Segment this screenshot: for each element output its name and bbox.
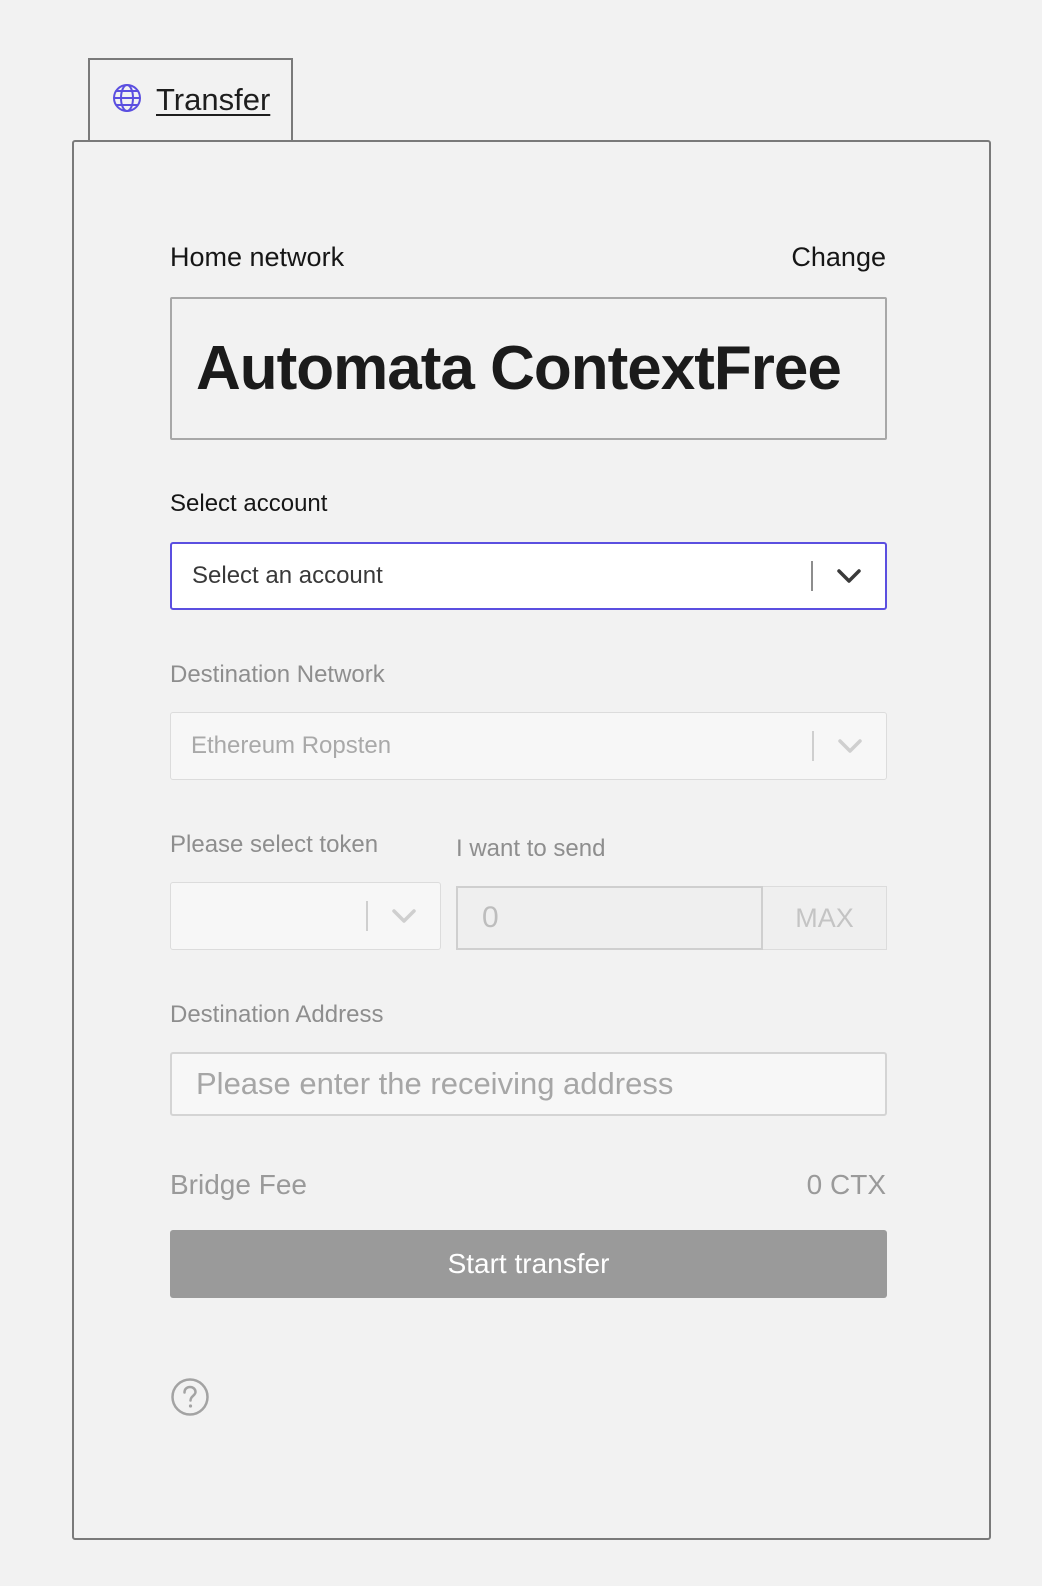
amount-field-group: MAX	[456, 886, 887, 950]
bridge-fee-value: 0 CTX	[806, 1169, 886, 1200]
chevron-down-icon[interactable]	[814, 738, 886, 754]
help-circle-icon[interactable]	[170, 1377, 210, 1417]
amount-input[interactable]	[456, 886, 763, 950]
start-transfer-button[interactable]: Start transfer	[170, 1230, 887, 1298]
chevron-down-icon[interactable]	[368, 908, 440, 924]
destination-network-select[interactable]: Ethereum Ropsten	[170, 712, 887, 780]
destination-network-label: Destination Network	[170, 661, 385, 688]
chevron-down-icon[interactable]	[813, 568, 885, 584]
change-network-button[interactable]: Change	[791, 242, 886, 273]
home-network-label: Home network	[170, 242, 345, 272]
transfer-card: Home network Change Automata ContextFree…	[72, 140, 991, 1540]
max-button[interactable]: MAX	[763, 886, 887, 950]
account-select[interactable]: Select an account	[170, 542, 887, 610]
token-select[interactable]	[170, 882, 441, 950]
token-label: Please select token	[170, 831, 379, 858]
bridge-fee-row: Bridge Fee 0 CTX	[170, 1169, 886, 1201]
destination-network-value: Ethereum Ropsten	[191, 732, 392, 759]
destination-address-label: Destination Address	[170, 1001, 384, 1028]
select-account-label: Select account	[170, 490, 328, 517]
account-select-placeholder: Select an account	[192, 562, 383, 589]
home-network-display: Automata ContextFree	[170, 297, 887, 440]
amount-label: I want to send	[456, 835, 606, 862]
bridge-fee-label: Bridge Fee	[170, 1169, 307, 1200]
tab-transfer[interactable]: Transfer	[88, 58, 293, 140]
globe-icon	[112, 83, 142, 118]
destination-address-input[interactable]	[170, 1052, 887, 1116]
tab-transfer-label[interactable]: Transfer	[156, 82, 270, 118]
home-network-header: Home network Change	[170, 242, 886, 273]
